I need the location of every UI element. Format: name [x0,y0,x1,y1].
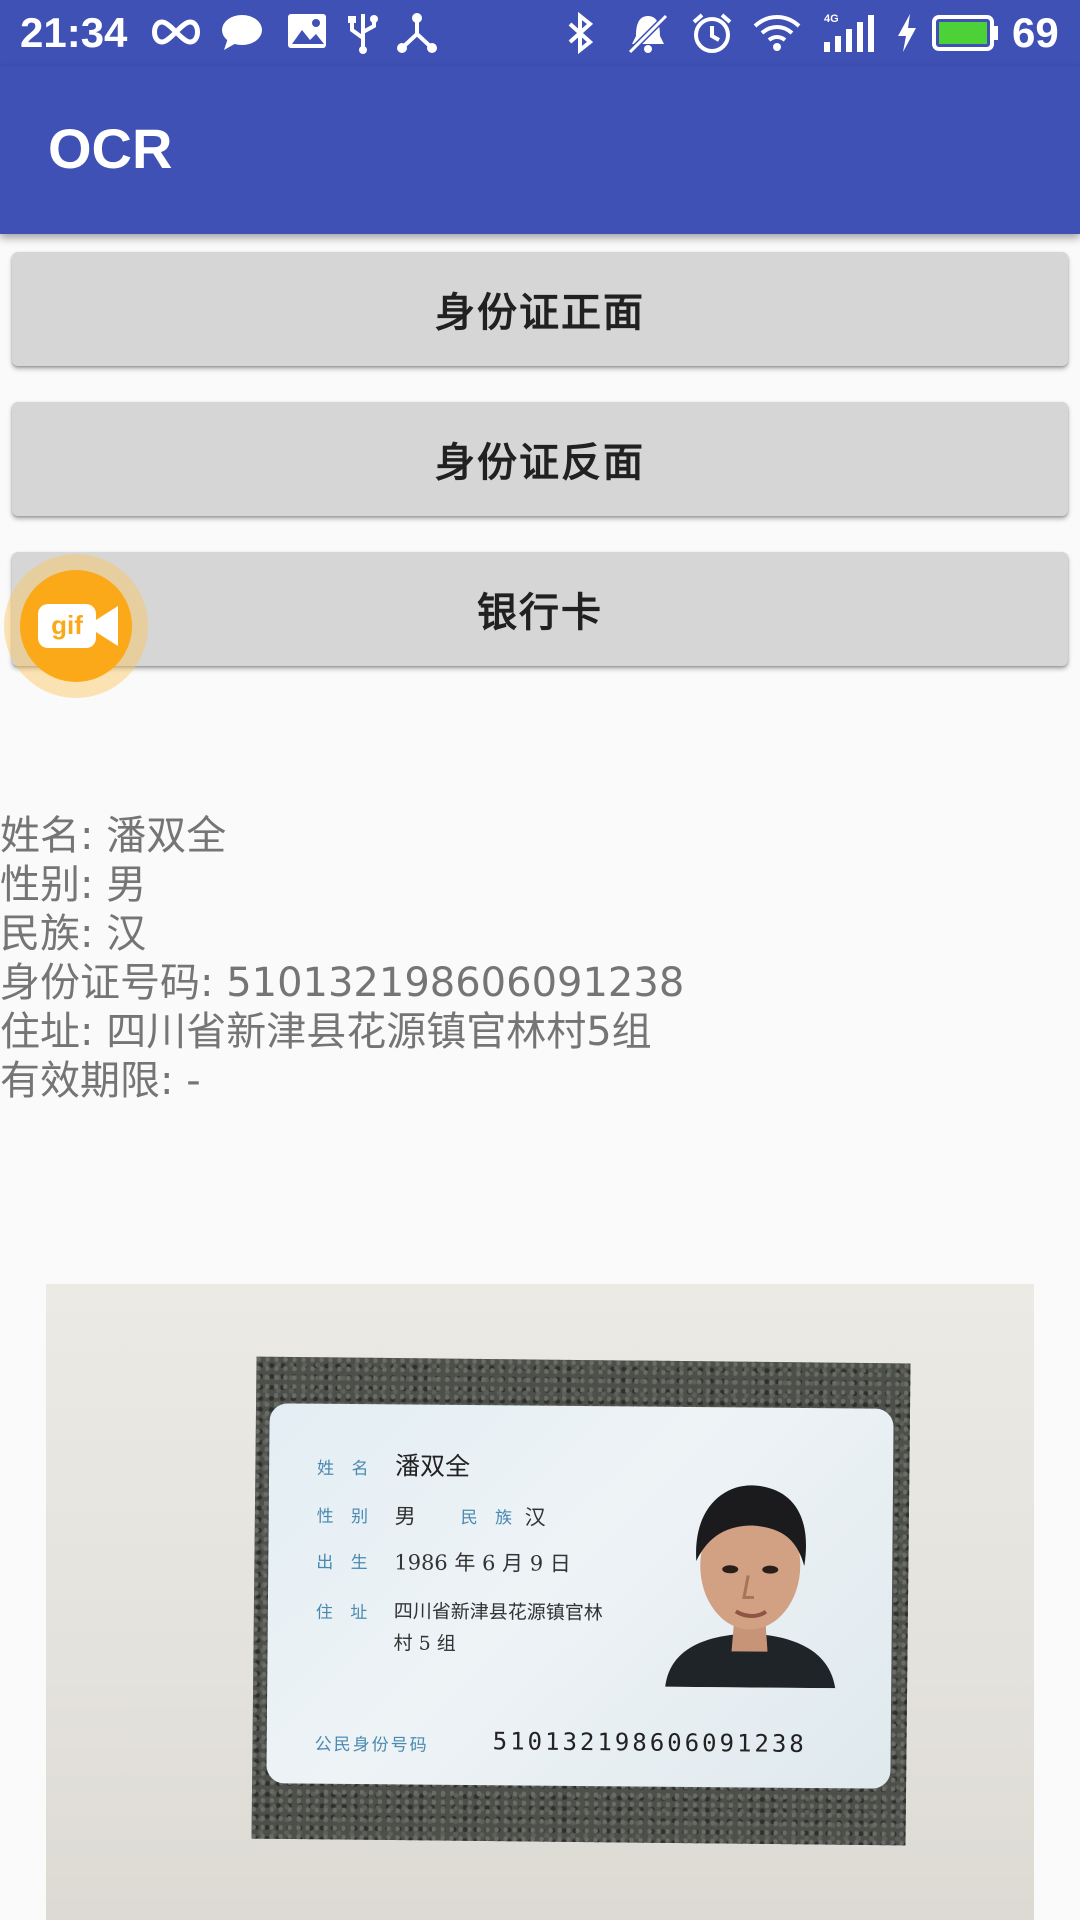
battery-level: 69 [1012,9,1059,56]
card-birth-value: 1986 年 6 月 9 日 [394,1550,571,1576]
app-bar: OCR [0,66,1080,234]
gif-recorder-bubble[interactable]: gif [4,554,148,698]
card-address-line2: 村 5 组 [393,1632,456,1655]
screen: 21:34 4G 69 OCR 身份证正面 身份证反面 银行卡 gif 姓名: … [0,0,1080,1920]
app-title: OCR [48,117,173,180]
card-gender-label: 性 别 [316,1506,375,1528]
result-name: 姓名: 潘双全 [0,813,227,859]
result-ethnicity: 民族: 汉 [0,911,147,957]
captured-id-photo: 姓 名 潘双全 性 别 男 民 族 汉 出 生 1986 年 6 月 9 日 住… [46,1284,1034,1920]
signal-4g-icon: 4G [824,13,874,52]
id-card-image: 姓 名 潘双全 性 别 男 民 族 汉 出 生 1986 年 6 月 9 日 住… [266,1403,894,1789]
gif-camera-icon: gif [20,570,132,682]
card-id-value: 510132198606091238 [492,1727,807,1758]
card-name-value: 潘双全 [395,1451,471,1482]
bank-card-button[interactable]: 银行卡 [12,552,1068,666]
alarm-icon [692,13,732,53]
svg-text:4G: 4G [824,13,839,25]
card-address-line1: 四川省新津县花源镇官林 [393,1600,603,1625]
charging-icon [898,14,916,52]
id-front-button[interactable]: 身份证正面 [12,252,1068,366]
card-ethnicity-value: 汉 [524,1505,546,1530]
bluetooth-icon [568,12,594,54]
mute-icon [627,13,669,54]
card-id-label: 公民身份号码 [314,1734,429,1756]
wifi-icon [753,15,801,51]
card-birth-label: 出 生 [316,1552,374,1574]
card-ethnicity-label: 民 族 [460,1507,519,1529]
usb-icon [348,14,378,54]
chat-bubble-icon [222,15,262,50]
portrait-photo [665,1485,836,1689]
card-name-label: 姓 名 [317,1458,375,1480]
card-gender-value: 男 [394,1504,416,1529]
photo-icon [288,14,326,48]
result-gender: 性别: 男 [0,862,147,908]
gif-label: gif [51,610,83,640]
card-address-label: 住 址 [315,1602,374,1624]
infinity-icon [152,19,200,45]
ocr-result: 姓名: 潘双全 性别: 男 民族: 汉 身份证号码: 5101321986060… [0,812,1080,1106]
result-address: 住址: 四川省新津县花源镇官林村5组 [0,1009,652,1055]
status-time: 21:34 [20,9,128,56]
id-back-button[interactable]: 身份证反面 [12,402,1068,516]
share-icon [397,13,437,53]
result-validity: 有效期限: - [0,1058,201,1104]
battery-icon [932,15,998,51]
status-bar: 21:34 4G 69 [0,0,1080,66]
result-id-number: 身份证号码: 510132198606091238 [0,960,685,1006]
